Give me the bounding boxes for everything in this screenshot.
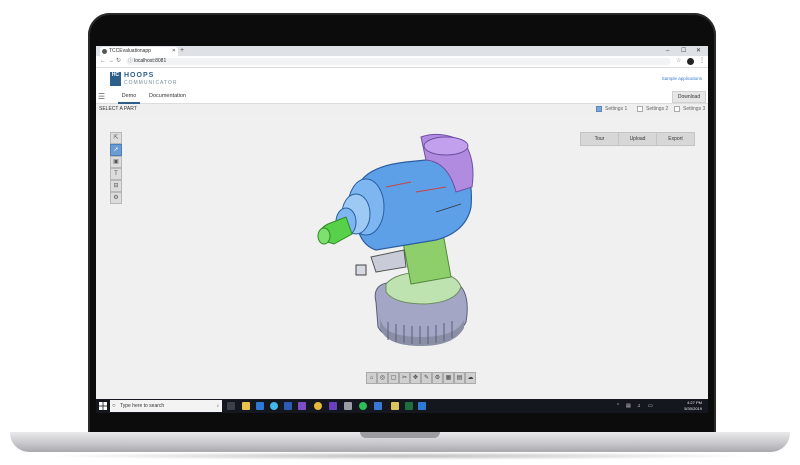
windows-taskbar: ○ Type here to search ♪ ⌃ ▤ ♫ ▭ 4:27 PM … [96,399,708,413]
checkbox-icon [674,106,680,112]
browser-menu-icon[interactable]: ⋮ [699,56,705,67]
teams-icon[interactable] [374,402,382,410]
outlook-icon[interactable] [256,402,264,410]
minimize-button[interactable]: – [666,46,669,56]
spotify-icon[interactable] [359,402,367,410]
bookmark-star-icon[interactable]: ☆ [676,56,681,67]
settings-label: Settings 2 [646,106,669,112]
favicon-icon [102,49,107,54]
checkbox-icon [637,106,643,112]
search-placeholder: Type here to search [120,403,165,409]
back-arrow-icon[interactable]: ← [100,56,106,67]
selection-bar: SELECT A PART Settings 1 Settings 2 Sett… [96,104,708,116]
search-icon: ○ [112,403,116,409]
export-button[interactable]: Export [656,132,695,146]
taskbar-clock[interactable]: 4:27 PM 5/30/2019 [684,400,702,412]
snapshot-icon[interactable]: ▤ [454,372,465,384]
url-text: localhost:8081 [134,58,167,64]
network-icon[interactable]: ▤ [626,402,631,410]
home-icon[interactable]: ⌂ [366,372,377,384]
vs-code-icon[interactable] [329,402,337,410]
edge-icon[interactable] [270,402,278,410]
cloud-icon[interactable]: ☁ [465,372,476,384]
file-explorer-icon[interactable] [242,402,250,410]
visual-studio-icon[interactable] [298,402,306,410]
app-navbar: ☰ Demo Documentation Download [96,90,708,104]
tray-up-arrow-icon[interactable]: ⌃ [616,402,620,410]
tab-close-icon[interactable]: ✕ [172,47,176,56]
tour-button[interactable]: Tour [580,132,619,146]
view-icon[interactable]: ▢ [388,372,399,384]
volume-icon[interactable]: ♫ [637,402,641,410]
laptop-shadow [40,452,760,460]
upload-button[interactable]: Upload [618,132,657,146]
close-window-button[interactable]: ✕ [696,46,701,56]
sticky-notes-icon[interactable] [391,402,399,410]
settings-label: Settings 1 [605,106,628,112]
select-part-label: SELECT A PART [99,106,137,112]
mail-icon[interactable] [418,402,426,410]
tab-demo[interactable]: Demo [118,90,140,104]
cut-icon[interactable]: ✂ [399,372,410,384]
model-icon[interactable]: ▦ [443,372,454,384]
app-icon[interactable] [344,402,352,410]
checkbox-checked-icon [596,106,602,112]
task-view-icon[interactable] [227,402,235,410]
settings-icon[interactable]: ⚙ [110,192,122,204]
laptop-notch [360,432,440,438]
browser-tab[interactable]: TCCEvaluationapp ✕ [100,47,178,56]
address-bar: ← → ↻ ⓘ localhost:8081 ☆ ⋮ [96,56,708,68]
select-icon[interactable]: ➚ [110,144,122,156]
excel-icon[interactable] [405,402,413,410]
microphone-icon[interactable]: ♪ [217,400,220,412]
forward-arrow-icon[interactable]: → [108,56,114,67]
info-icon: ⓘ [128,58,134,64]
logo-title: HOOPS [124,72,155,79]
settings-label: Settings 3 [683,106,706,112]
chrome-icon[interactable] [314,402,322,410]
url-field[interactable]: ⓘ localhost:8081 [126,58,671,65]
logo-subtitle: COMMUNICATOR [124,80,178,86]
text-icon[interactable]: T [110,168,122,180]
app-header: HC HOOPS COMMUNICATOR Sample application… [96,68,708,90]
drill-model[interactable] [316,132,476,352]
sample-applications-link[interactable]: Sample applications [662,76,702,81]
hamburger-menu-icon[interactable]: ☰ [98,92,105,101]
profile-avatar[interactable] [687,58,694,65]
taskbar-search[interactable]: ○ Type here to search ♪ [110,400,222,412]
clock-date: 5/30/2019 [684,406,702,411]
download-button[interactable]: Download [672,91,706,103]
keyboard-icon[interactable]: ▭ [648,402,653,410]
settings-1-checkbox[interactable]: Settings 1 [596,106,627,113]
word-icon[interactable] [284,402,292,410]
cube-icon[interactable]: ▣ [110,156,122,168]
tab-documentation[interactable]: Documentation [149,90,186,102]
logo-mark: HC [110,72,121,86]
model-viewport[interactable]: Tour Upload Export ⇱ ➚ ▣ T ⊟ ⚙ ⌂ ◎ ▢ ✂ ✥… [96,117,708,402]
explode-icon[interactable]: ✥ [410,372,421,384]
draw-icon[interactable]: ✎ [421,372,432,384]
browser-tabstrip: TCCEvaluationapp ✕ + – ☐ ✕ [96,46,708,56]
reload-icon[interactable]: ↻ [116,56,121,67]
windows-start-icon[interactable] [99,402,107,410]
camera-icon[interactable]: ◎ [377,372,388,384]
maximize-button[interactable]: ☐ [681,46,686,56]
screen: TCCEvaluationapp ✕ + – ☐ ✕ ← → ↻ ⓘ local… [96,46,708,413]
new-tab-button[interactable]: + [180,46,184,56]
tab-title: TCCEvaluationapp [109,48,151,54]
settings-2-checkbox[interactable]: Settings 2 [637,106,668,113]
measure-icon[interactable]: ⊟ [110,180,122,192]
cursor-icon[interactable]: ⇱ [110,132,122,144]
settings-icon[interactable]: ⚙ [432,372,443,384]
settings-3-checkbox[interactable]: Settings 3 [674,106,705,113]
